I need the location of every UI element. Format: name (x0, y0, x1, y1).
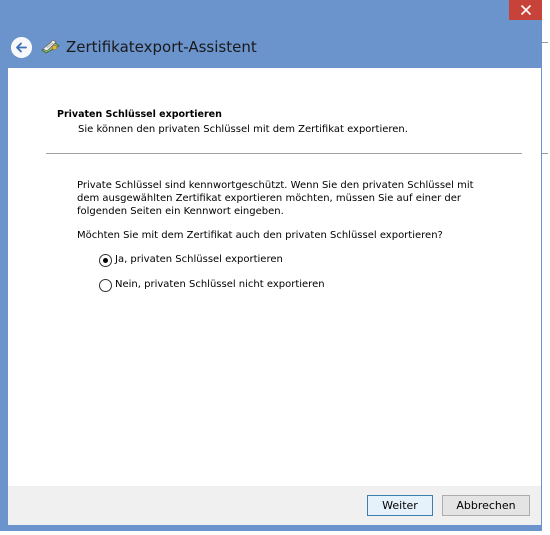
button-bar: Weiter Abbrechen (8, 486, 541, 525)
back-arrow-icon (16, 42, 27, 53)
edge-mark (542, 153, 548, 154)
radio-export-yes[interactable]: Ja, privaten Schlüssel exportieren (99, 252, 283, 268)
radio-button-unchecked[interactable] (99, 278, 112, 292)
next-button[interactable]: Weiter (367, 495, 433, 516)
cancel-button[interactable]: Abbrechen (442, 495, 530, 516)
page-subheading: Sie können den privaten Schlüssel mit de… (78, 124, 408, 135)
edge-mark (542, 42, 548, 43)
close-icon (520, 5, 531, 15)
header-separator (46, 153, 522, 154)
window-title: Zertifikatexport-Assistent (66, 38, 257, 56)
radio-label: Nein, privaten Schlüssel nicht exportier… (115, 279, 325, 290)
background-window-edge (542, 0, 550, 535)
page-heading: Privaten Schlüssel exportieren (57, 109, 222, 120)
radio-export-no[interactable]: Nein, privaten Schlüssel nicht exportier… (99, 277, 325, 293)
question-text: Möchten Sie mit dem Zertifikat auch den … (77, 230, 443, 241)
screenshot: Zertifikatexport-Assistent Privaten Schl… (0, 0, 550, 535)
certificate-icon (41, 38, 61, 56)
close-button[interactable] (509, 0, 542, 20)
wizard-window: Zertifikatexport-Assistent Privaten Schl… (0, 0, 542, 531)
radio-label: Ja, privaten Schlüssel exportieren (115, 254, 283, 265)
description-text: Private Schlüssel sind kennwortgeschützt… (77, 180, 474, 217)
radio-button-checked[interactable] (99, 253, 112, 267)
back-button[interactable] (11, 37, 32, 58)
radio-dot (103, 257, 108, 263)
wizard-content: Privaten Schlüssel exportieren Sie könne… (8, 68, 541, 486)
